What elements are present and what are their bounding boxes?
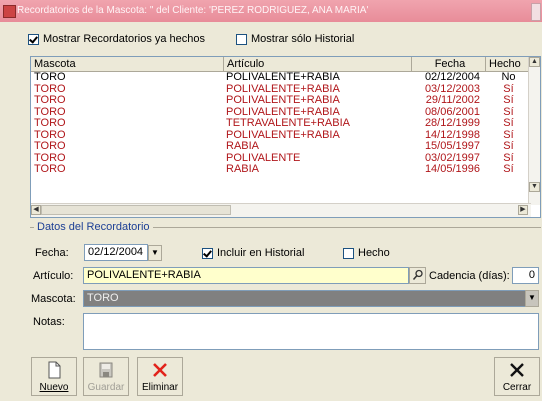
history-only-checkbox[interactable]: Mostrar sólo Historial [236, 33, 354, 45]
show-done-label: Mostrar Recordatorios ya hechos [43, 33, 206, 45]
mascota-label: Mascota: [31, 293, 76, 305]
scroll-left-icon[interactable]: ◀ [31, 205, 41, 215]
column-header-mascota[interactable]: Mascota [31, 57, 224, 71]
cell-hecho: Sí [503, 117, 514, 129]
cerrar-label: Cerrar [502, 382, 532, 393]
save-disk-icon [99, 362, 113, 378]
incluir-historial-checkbox[interactable]: Incluir en Historial [202, 247, 304, 259]
table-row[interactable]: TORO POLIVALENTE+RABIA 29/11/2002 Sí [31, 94, 531, 107]
cell-hecho: Sí [503, 94, 514, 106]
articulo-field[interactable]: POLIVALENTE+RABIA [83, 267, 409, 284]
notas-field[interactable] [83, 313, 539, 350]
reminders-table[interactable]: Mascota Artículo Fecha Hecho TORO POLIVA… [30, 56, 541, 218]
guardar-button[interactable]: Guardar [83, 357, 129, 396]
cell-mascota: TORO [34, 140, 66, 152]
cell-fecha: 15/05/1997 [424, 140, 480, 152]
scroll-right-icon[interactable]: ▶ [518, 205, 528, 215]
cell-hecho: Sí [503, 140, 514, 152]
table-body: TORO POLIVALENTE+RABIA 02/12/2004 No TOR… [31, 71, 531, 176]
mascota-dropdown-icon[interactable]: ▼ [525, 290, 539, 307]
articulo-label: Artículo: [33, 270, 74, 282]
show-done-checkbox[interactable]: Mostrar Recordatorios ya hechos [28, 33, 205, 45]
cell-articulo: POLIVALENTE+RABIA [226, 94, 340, 106]
cell-articulo: RABIA [226, 140, 260, 152]
mascota-field[interactable]: TORO [83, 290, 527, 307]
cell-fecha: 02/12/2004 [424, 71, 480, 83]
cell-mascota: TORO [34, 163, 66, 175]
app-icon [3, 5, 16, 18]
cell-mascota: TORO [34, 94, 66, 106]
window-title: Recordatorios de la Mascota: " del Clien… [17, 5, 369, 16]
cell-articulo: POLIVALENTE+RABIA [226, 71, 340, 83]
search-icon[interactable] [409, 267, 426, 284]
cadencia-field[interactable]: 0 [512, 267, 539, 284]
cerrar-button[interactable]: Cerrar [494, 357, 540, 396]
table-header: Mascota Artículo Fecha Hecho [31, 57, 531, 72]
cell-hecho: Sí [503, 163, 514, 175]
column-header-articulo[interactable]: Artículo [224, 57, 412, 71]
close-x-icon [510, 363, 524, 377]
scroll-down-icon[interactable]: ▼ [529, 182, 540, 192]
hecho-checkbox[interactable]: Hecho [343, 247, 390, 259]
column-header-fecha[interactable]: Fecha [412, 57, 486, 71]
fecha-dropdown-icon[interactable]: ▼ [148, 245, 162, 261]
table-row[interactable]: TORO RABIA 15/05/1997 Sí [31, 140, 531, 153]
nuevo-label: Nuevo [39, 382, 69, 393]
checkbox-box[interactable] [343, 247, 354, 259]
table-row[interactable]: TORO RABIA 14/05/1996 Sí [31, 163, 531, 176]
cell-articulo: TETRAVALENTE+RABIA [226, 117, 350, 129]
cell-articulo: RABIA [226, 163, 260, 175]
table-row[interactable]: TORO POLIVALENTE+RABIA 02/12/2004 No [31, 71, 531, 84]
checkbox-box[interactable] [202, 247, 213, 259]
scroll-up-icon[interactable]: ▲ [529, 57, 540, 67]
vertical-scrollbar[interactable]: ▲ ▼ [528, 57, 540, 205]
incluir-historial-label: Incluir en Historial [217, 247, 305, 259]
history-only-label: Mostrar sólo Historial [251, 33, 355, 45]
cell-fecha: 14/05/1996 [424, 163, 480, 175]
details-legend: Datos del Recordatorio [34, 221, 153, 233]
window: Recordatorios de la Mascota: " del Clien… [0, 0, 542, 401]
cell-fecha: 28/12/1999 [424, 117, 480, 129]
dialog-content: Mostrar Recordatorios ya hechos Mostrar … [0, 22, 542, 401]
new-document-icon [48, 361, 61, 379]
guardar-label: Guardar [87, 382, 125, 393]
window-control-button[interactable] [531, 3, 541, 21]
title-bar[interactable]: Recordatorios de la Mascota: " del Clien… [0, 0, 542, 22]
table-row[interactable]: TORO TETRAVALENTE+RABIA 28/12/1999 Sí [31, 117, 531, 130]
cell-mascota: TORO [34, 71, 66, 83]
eliminar-label: Eliminar [141, 382, 179, 393]
horizontal-scrollbar[interactable]: ◀ ▶ [31, 203, 531, 217]
cell-fecha: 29/11/2002 [425, 94, 480, 106]
cadencia-label: Cadencia (días): [429, 270, 510, 282]
checkbox-box[interactable] [28, 33, 39, 45]
cell-hecho: No [501, 71, 516, 83]
delete-x-icon [153, 363, 167, 377]
fecha-field[interactable]: 02/12/2004 [84, 244, 148, 261]
column-header-hecho[interactable]: Hecho [486, 57, 531, 71]
hecho-label: Hecho [358, 247, 390, 259]
cell-mascota: TORO [34, 117, 66, 129]
nuevo-button[interactable]: Nuevo [31, 357, 77, 396]
fecha-label: Fecha: [35, 247, 69, 259]
eliminar-button[interactable]: Eliminar [137, 357, 183, 396]
scroll-thumb[interactable] [41, 205, 231, 215]
checkbox-box[interactable] [236, 33, 247, 45]
notas-label: Notas: [33, 316, 65, 328]
